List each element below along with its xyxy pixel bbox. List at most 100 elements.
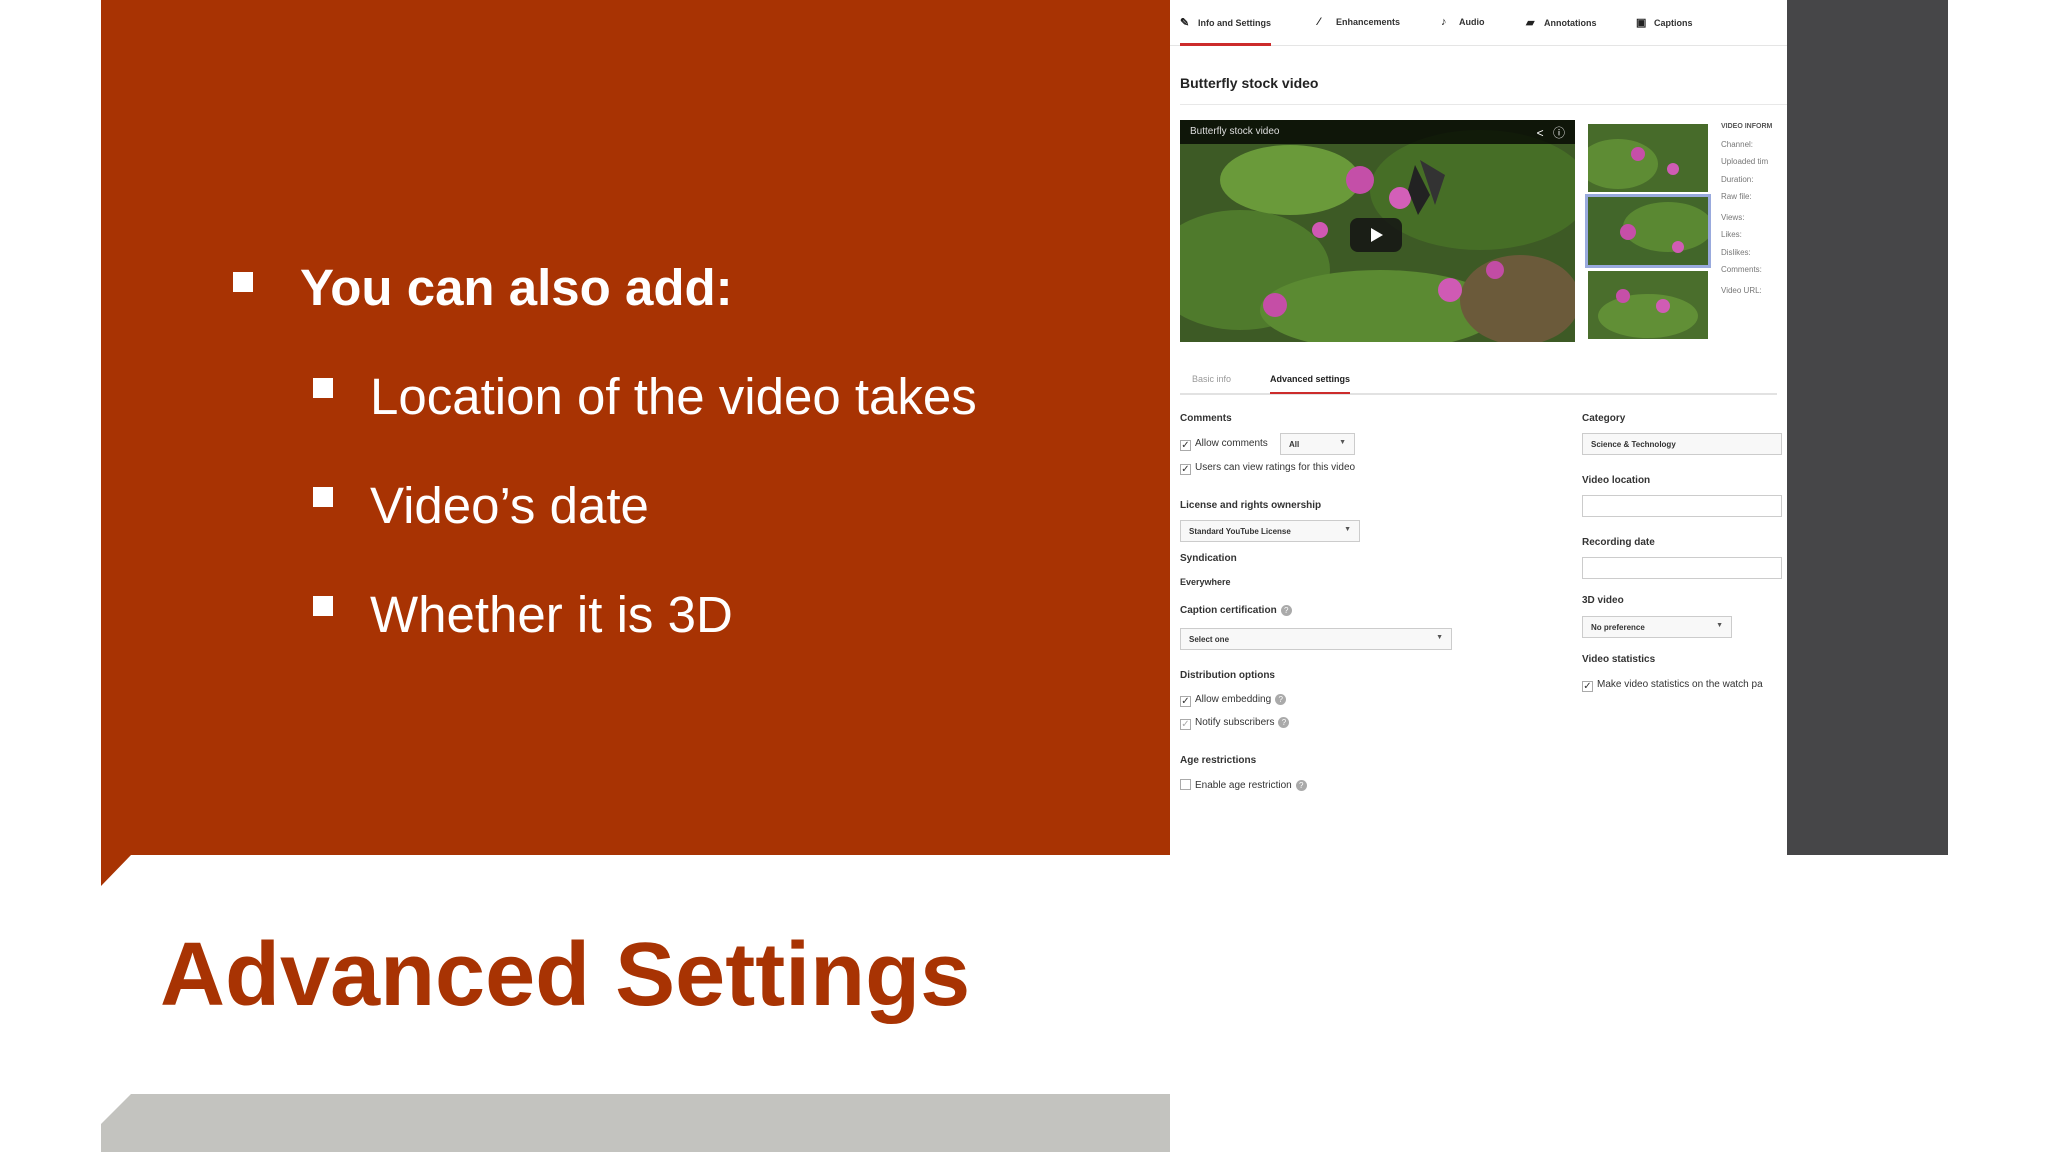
- threed-label: 3D video: [1582, 595, 1624, 606]
- thumbnail-option-3[interactable]: [1588, 271, 1708, 339]
- slide-content-panel: [101, 0, 1170, 886]
- tab-captions[interactable]: ▣ Captions: [1636, 16, 1693, 46]
- category-label: Category: [1582, 413, 1626, 424]
- ratings-checkbox[interactable]: ✓ Users can view ratings for this video: [1180, 462, 1355, 475]
- sub-bullet-3d: Whether it is 3D: [313, 587, 1133, 647]
- video-information: VIDEO INFORM Channel: Uploaded tim Durat…: [1721, 118, 1772, 299]
- age-restriction-checkbox[interactable]: Enable age restriction?: [1180, 779, 1307, 791]
- video-info-field: Uploaded tim: [1721, 157, 1769, 166]
- speech-bubble-icon: ▰: [1526, 17, 1535, 29]
- thumbnail-image: [1588, 271, 1708, 339]
- music-note-icon: ♪: [1441, 16, 1447, 28]
- checkbox-checked-icon: ✓: [1180, 440, 1191, 451]
- slide-title: Advanced Settings: [160, 925, 971, 1025]
- sub-bullet-text: Whether it is 3D: [370, 586, 733, 643]
- comments-permission-value: All: [1289, 440, 1300, 449]
- help-icon[interactable]: ?: [1280, 605, 1292, 616]
- video-location-input[interactable]: [1582, 495, 1782, 517]
- age-restriction-text: Enable age restriction: [1195, 780, 1292, 791]
- cc-icon: ▣: [1636, 17, 1647, 29]
- video-info-field: Dislikes:: [1721, 247, 1751, 257]
- video-info-field: Duration:: [1721, 174, 1754, 184]
- thumbnail-option-1[interactable]: [1588, 124, 1708, 192]
- caption-certification: Caption certification?: [1180, 605, 1292, 616]
- checkbox-checked-icon: ✓: [1180, 719, 1191, 730]
- video-info-field: Raw file:: [1721, 192, 1752, 201]
- side-bar: [1787, 0, 1948, 855]
- player-title: Butterfly stock video: [1190, 126, 1280, 137]
- comments-permission-select[interactable]: All ▼: [1280, 433, 1355, 455]
- bullet-square-icon: [313, 378, 333, 398]
- video-info-heading: VIDEO INFORM: [1721, 123, 1773, 130]
- bullet-square-icon: [233, 272, 253, 292]
- syndication-label: Syndication: [1180, 553, 1237, 564]
- checkbox-checked-icon: ✓: [1180, 464, 1191, 475]
- help-icon[interactable]: ?: [1275, 694, 1287, 705]
- youtube-settings-screenshot: ✎ Info and Settings ⁄ Enhancements ♪ Audio …: [1170, 0, 1787, 855]
- checkbox-unchecked-icon: [1180, 779, 1191, 790]
- divider: [1180, 104, 1787, 105]
- allow-embedding-checkbox[interactable]: ✓ Allow embedding?: [1180, 694, 1287, 707]
- notify-subscribers-checkbox[interactable]: ✓ Notify subscribers?: [1180, 717, 1290, 730]
- chevron-down-icon: ▼: [1339, 439, 1346, 446]
- video-player[interactable]: Butterfly stock video < ⓘ: [1180, 120, 1575, 342]
- caption-value: Select one: [1189, 635, 1230, 644]
- help-icon[interactable]: ?: [1295, 780, 1307, 791]
- recording-date-input[interactable]: [1582, 557, 1782, 579]
- tab-basic-info[interactable]: Basic info: [1192, 374, 1231, 384]
- thumbnail-image: [1588, 197, 1708, 265]
- tab-audio[interactable]: ♪ Audio: [1441, 16, 1485, 46]
- ratings-text: Users can view ratings for this video: [1195, 462, 1356, 473]
- video-info-field: Channel:: [1721, 139, 1754, 149]
- threed-select[interactable]: No preference ▼: [1582, 616, 1732, 638]
- checkbox-checked-icon: ✓: [1180, 696, 1191, 707]
- help-icon[interactable]: ?: [1278, 717, 1290, 728]
- share-icon[interactable]: <: [1537, 126, 1544, 140]
- video-info-field: Comments:: [1721, 265, 1762, 274]
- wand-icon: ⁄: [1318, 16, 1320, 28]
- location-label: Video location: [1582, 475, 1651, 486]
- license-value: Standard YouTube License: [1189, 527, 1291, 536]
- tab-info-settings[interactable]: ✎ Info and Settings: [1180, 16, 1271, 46]
- caption-select[interactable]: Select one ▼: [1180, 628, 1452, 650]
- distribution-label: Distribution options: [1180, 670, 1275, 681]
- checkbox-checked-icon: ✓: [1582, 681, 1593, 692]
- bullet-main: You can also add:: [233, 262, 1133, 322]
- settings-subtabs: Basic info Advanced settings: [1180, 368, 1777, 395]
- player-title-bar: Butterfly stock video < ⓘ: [1180, 120, 1575, 144]
- play-button-icon[interactable]: [1350, 218, 1402, 252]
- license-select[interactable]: Standard YouTube License ▼: [1180, 520, 1360, 542]
- tab-enhancements[interactable]: ⁄ Enhancements: [1318, 16, 1400, 46]
- sub-bullet-location: Location of the video takes: [313, 369, 1133, 429]
- pencil-icon: ✎: [1180, 17, 1190, 29]
- video-info-field: Likes:: [1721, 230, 1742, 239]
- bullet-main-text: You can also add:: [300, 259, 733, 316]
- thumbnail-option-2-selected[interactable]: [1585, 194, 1711, 268]
- sub-bullet-date: Video’s date: [313, 478, 1133, 538]
- license-label: License and rights ownership: [1180, 500, 1322, 511]
- tab-label: Annotations: [1544, 18, 1597, 28]
- chevron-down-icon: ▼: [1716, 622, 1723, 629]
- tab-annotations[interactable]: ▰ Annotations: [1526, 16, 1597, 46]
- chevron-down-icon: ▼: [1344, 526, 1351, 533]
- category-select[interactable]: Science & Technology: [1582, 433, 1782, 455]
- statistics-text: Make video statistics on the watch pa: [1597, 679, 1763, 690]
- editor-tabs: ✎ Info and Settings ⁄ Enhancements ♪ Audio …: [1170, 0, 1787, 46]
- age-label: Age restrictions: [1180, 755, 1257, 766]
- statistics-checkbox[interactable]: ✓ Make video statistics on the watch pa: [1582, 679, 1763, 692]
- tab-label: Enhancements: [1336, 17, 1401, 27]
- allow-comments-text: Allow comments: [1195, 438, 1268, 449]
- recording-date-label: Recording date: [1582, 537, 1655, 548]
- tab-label: Captions: [1654, 18, 1693, 28]
- video-title: Butterfly stock video: [1180, 75, 1319, 91]
- bullet-square-icon: [313, 596, 333, 616]
- tab-label: Audio: [1459, 17, 1485, 27]
- notify-subscribers-text: Notify subscribers: [1195, 717, 1275, 728]
- info-icon[interactable]: ⓘ: [1553, 126, 1565, 140]
- allow-comments-checkbox[interactable]: ✓ Allow comments: [1180, 438, 1268, 451]
- sub-bullet-text: Location of the video takes: [370, 368, 977, 425]
- allow-embedding-text: Allow embedding: [1195, 694, 1272, 705]
- video-info-field: Views:: [1721, 212, 1745, 222]
- category-value: Science & Technology: [1591, 440, 1676, 449]
- tab-advanced-settings[interactable]: Advanced settings: [1270, 374, 1351, 394]
